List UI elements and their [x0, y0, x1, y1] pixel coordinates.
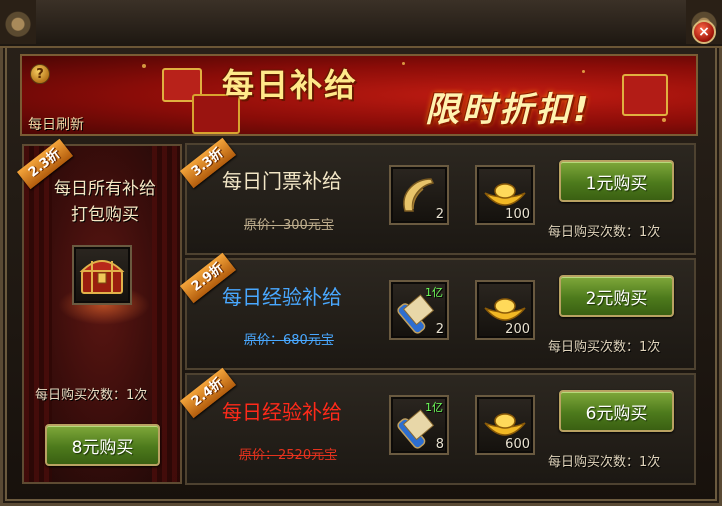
offer-name: 每日门票补给	[222, 169, 342, 193]
offer-purchase-limit: 每日购买次数：1次	[548, 340, 661, 355]
bundle-item-slot[interactable]	[72, 245, 132, 305]
daily-refresh-label: 每日刷新	[28, 117, 84, 133]
offer-buy-button[interactable]: 6元购买	[559, 390, 674, 432]
offer-item-slot[interactable]: 1亿 2	[389, 280, 449, 340]
offer-buy-button[interactable]: 1元购买	[559, 160, 674, 202]
offer-item-slot[interactable]: 2	[389, 165, 449, 225]
bundle-title: 每日所有补给 打包购买	[30, 176, 180, 228]
original-price: 原价：680元宝	[244, 333, 334, 348]
bundle-title-line2: 打包购买	[71, 205, 139, 225]
item-count: 100	[505, 207, 530, 222]
item-count: 2	[435, 322, 444, 337]
sparkle-decoration	[582, 70, 585, 73]
sparkle-decoration	[402, 62, 405, 65]
item-tag: 1亿	[425, 401, 443, 414]
item-tag: 1亿	[425, 286, 443, 299]
bundle-buy-button[interactable]: 8元购买	[45, 424, 160, 466]
item-count: 600	[505, 437, 530, 452]
bundle-title-line1: 每日所有补给	[54, 179, 156, 199]
bundle-purchase-limit: 每日购买次数：1次	[35, 388, 148, 403]
treasure-chest-icon	[79, 260, 125, 294]
original-price: 原价：300元宝	[244, 218, 334, 233]
offer-item-slot[interactable]: 200	[475, 280, 535, 340]
close-button[interactable]: ×	[692, 20, 716, 44]
item-count: 2	[435, 207, 444, 222]
offer-item-slot[interactable]: 600	[475, 395, 535, 455]
gift-box-decoration	[622, 74, 668, 116]
offer-item-slot[interactable]: 100	[475, 165, 535, 225]
banner-title: 每日补给	[222, 66, 359, 104]
window-top-strip	[0, 0, 722, 48]
original-price: 原价：2520元宝	[239, 448, 338, 463]
promo-banner	[20, 54, 698, 136]
offer-item-slot[interactable]: 1亿 8	[389, 395, 449, 455]
offer-purchase-limit: 每日购买次数：1次	[548, 225, 661, 240]
item-count: 200	[505, 322, 530, 337]
sparkle-decoration	[662, 118, 666, 122]
banner-subtitle: 限时折扣!	[425, 90, 592, 130]
offer-name: 每日经验补给	[222, 285, 342, 309]
item-count: 8	[435, 437, 444, 452]
sparkle-decoration	[142, 64, 146, 68]
help-button[interactable]: ?	[30, 64, 50, 84]
offer-name: 每日经验补给	[222, 400, 342, 424]
offer-purchase-limit: 每日购买次数：1次	[548, 455, 661, 470]
frame-ornament-left	[0, 0, 36, 44]
offer-buy-button[interactable]: 2元购买	[559, 275, 674, 317]
